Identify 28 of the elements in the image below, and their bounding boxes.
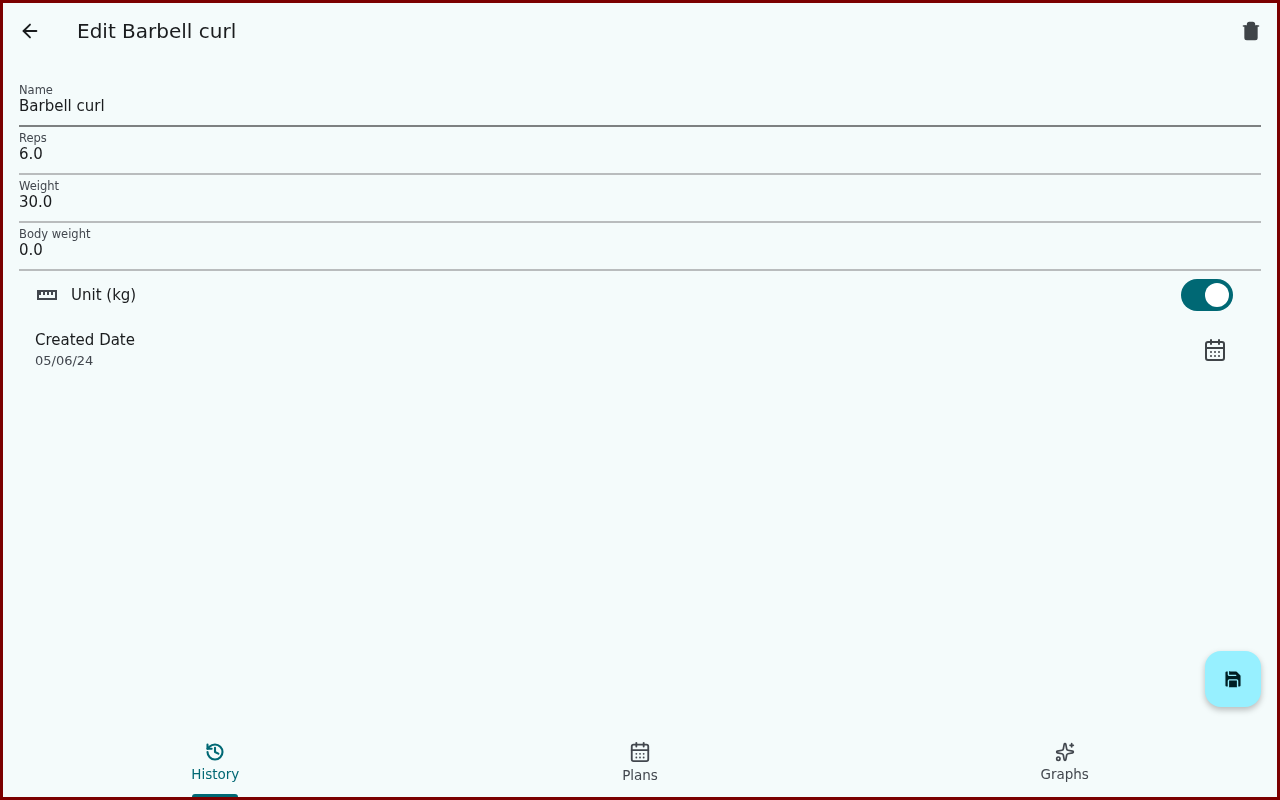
calendar-icon [1203, 337, 1227, 362]
unit-switch[interactable] [1181, 279, 1233, 311]
nav-tab[interactable]: History [3, 727, 428, 797]
field-label: Body weight [19, 227, 92, 241]
unit-label: Unit (kg) [71, 286, 138, 304]
nav-tab[interactable]: Plans [427, 727, 853, 797]
screen-title: Edit Barbell curl [77, 19, 238, 43]
calendar-icon [629, 741, 651, 763]
field-label: Reps [19, 131, 48, 145]
field-label: Weight [19, 179, 61, 193]
date-value: 05/06/24 [35, 353, 95, 368]
text-field[interactable]: Reps 6.0 [19, 127, 1261, 175]
save-button[interactable] [1205, 651, 1261, 707]
history-icon [205, 742, 226, 762]
sparkles-icon [1054, 742, 1075, 762]
calendar-button[interactable] [1203, 337, 1227, 362]
nav-tab[interactable]: Graphs [852, 727, 1277, 797]
field-input[interactable]: Barbell curl [19, 97, 1261, 115]
field-input[interactable]: 0.0 [19, 241, 1261, 259]
text-field[interactable]: Body weight 0.0 [19, 223, 1261, 271]
field-input[interactable]: 6.0 [19, 145, 1261, 163]
text-field[interactable]: Weight 30.0 [19, 175, 1261, 223]
date-label: Created Date [35, 331, 136, 349]
field-input[interactable]: 30.0 [19, 193, 1261, 211]
trash-icon [1241, 21, 1261, 41]
delete-button[interactable] [1241, 21, 1261, 41]
field-label: Name [19, 83, 54, 97]
text-field[interactable]: Name Barbell curl [19, 79, 1261, 127]
